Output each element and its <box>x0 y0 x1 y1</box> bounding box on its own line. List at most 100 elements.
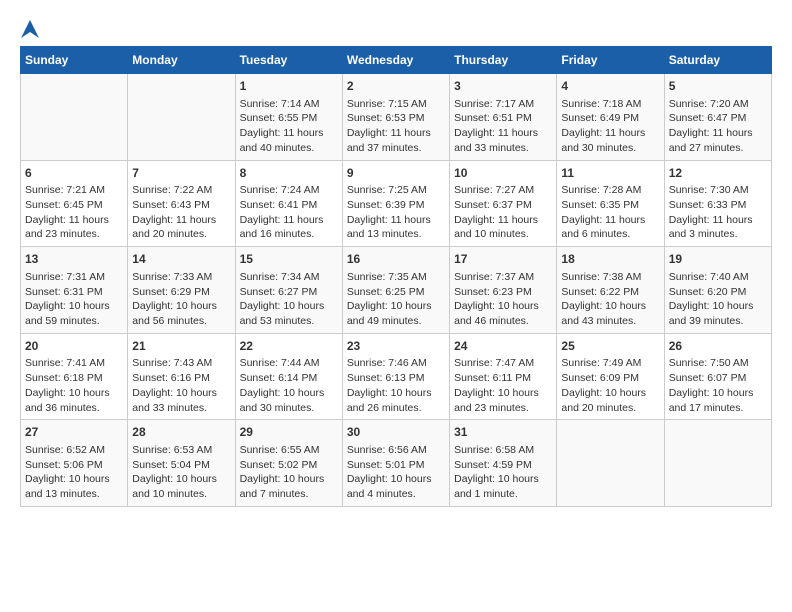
day-number: 11 <box>561 165 659 182</box>
cell-content-line: Sunrise: 7:27 AM <box>454 183 552 198</box>
cell-content-line: Sunrise: 7:21 AM <box>25 183 123 198</box>
calendar-cell: 25Sunrise: 7:49 AMSunset: 6:09 PMDayligh… <box>557 333 664 420</box>
cell-content-line: Sunrise: 6:53 AM <box>132 443 230 458</box>
calendar-week-row: 13Sunrise: 7:31 AMSunset: 6:31 PMDayligh… <box>21 247 772 334</box>
calendar-cell: 16Sunrise: 7:35 AMSunset: 6:25 PMDayligh… <box>342 247 449 334</box>
cell-content-line: Sunset: 6:20 PM <box>669 285 767 300</box>
cell-content-line: Sunset: 6:39 PM <box>347 198 445 213</box>
cell-content-line: Sunset: 6:47 PM <box>669 111 767 126</box>
cell-content-line: Sunset: 6:43 PM <box>132 198 230 213</box>
calendar-cell: 31Sunrise: 6:58 AMSunset: 4:59 PMDayligh… <box>450 420 557 507</box>
calendar-cell: 28Sunrise: 6:53 AMSunset: 5:04 PMDayligh… <box>128 420 235 507</box>
calendar-header-row: SundayMondayTuesdayWednesdayThursdayFrid… <box>21 47 772 74</box>
cell-content-line: Daylight: 10 hours and 4 minutes. <box>347 472 445 501</box>
cell-content-line: Sunrise: 7:35 AM <box>347 270 445 285</box>
day-header-sunday: Sunday <box>21 47 128 74</box>
day-number: 24 <box>454 338 552 355</box>
cell-content-line: Sunset: 6:22 PM <box>561 285 659 300</box>
cell-content-line: Daylight: 10 hours and 26 minutes. <box>347 386 445 415</box>
cell-content-line: Sunrise: 7:43 AM <box>132 356 230 371</box>
day-number: 6 <box>25 165 123 182</box>
calendar-cell <box>664 420 771 507</box>
day-number: 3 <box>454 78 552 95</box>
calendar-cell: 8Sunrise: 7:24 AMSunset: 6:41 PMDaylight… <box>235 160 342 247</box>
cell-content-line: Sunrise: 7:46 AM <box>347 356 445 371</box>
cell-content-line: Sunset: 6:53 PM <box>347 111 445 126</box>
cell-content-line: Sunrise: 7:33 AM <box>132 270 230 285</box>
cell-content-line: Daylight: 10 hours and 17 minutes. <box>669 386 767 415</box>
calendar-cell: 29Sunrise: 6:55 AMSunset: 5:02 PMDayligh… <box>235 420 342 507</box>
calendar-cell: 23Sunrise: 7:46 AMSunset: 6:13 PMDayligh… <box>342 333 449 420</box>
cell-content-line: Daylight: 11 hours and 37 minutes. <box>347 126 445 155</box>
day-number: 20 <box>25 338 123 355</box>
day-number: 29 <box>240 424 338 441</box>
cell-content-line: Daylight: 10 hours and 56 minutes. <box>132 299 230 328</box>
cell-content-line: Sunset: 6:49 PM <box>561 111 659 126</box>
day-header-thursday: Thursday <box>450 47 557 74</box>
cell-content-line: Sunset: 6:33 PM <box>669 198 767 213</box>
logo <box>20 20 40 36</box>
cell-content-line: Daylight: 11 hours and 27 minutes. <box>669 126 767 155</box>
cell-content-line: Daylight: 10 hours and 43 minutes. <box>561 299 659 328</box>
cell-content-line: Sunset: 6:55 PM <box>240 111 338 126</box>
calendar-cell: 24Sunrise: 7:47 AMSunset: 6:11 PMDayligh… <box>450 333 557 420</box>
day-number: 10 <box>454 165 552 182</box>
day-number: 25 <box>561 338 659 355</box>
cell-content-line: Sunrise: 7:20 AM <box>669 97 767 112</box>
cell-content-line: Sunrise: 7:34 AM <box>240 270 338 285</box>
calendar-cell: 20Sunrise: 7:41 AMSunset: 6:18 PMDayligh… <box>21 333 128 420</box>
cell-content-line: Sunrise: 7:18 AM <box>561 97 659 112</box>
cell-content-line: Daylight: 11 hours and 3 minutes. <box>669 213 767 242</box>
cell-content-line: Sunrise: 7:40 AM <box>669 270 767 285</box>
cell-content-line: Sunset: 6:29 PM <box>132 285 230 300</box>
calendar-cell: 2Sunrise: 7:15 AMSunset: 6:53 PMDaylight… <box>342 74 449 161</box>
calendar-cell: 22Sunrise: 7:44 AMSunset: 6:14 PMDayligh… <box>235 333 342 420</box>
calendar-cell: 19Sunrise: 7:40 AMSunset: 6:20 PMDayligh… <box>664 247 771 334</box>
calendar-cell: 12Sunrise: 7:30 AMSunset: 6:33 PMDayligh… <box>664 160 771 247</box>
cell-content-line: Daylight: 10 hours and 53 minutes. <box>240 299 338 328</box>
cell-content-line: Sunrise: 7:47 AM <box>454 356 552 371</box>
calendar-cell: 6Sunrise: 7:21 AMSunset: 6:45 PMDaylight… <box>21 160 128 247</box>
day-header-wednesday: Wednesday <box>342 47 449 74</box>
day-number: 16 <box>347 251 445 268</box>
cell-content-line: Daylight: 10 hours and 59 minutes. <box>25 299 123 328</box>
cell-content-line: Sunrise: 7:30 AM <box>669 183 767 198</box>
day-number: 12 <box>669 165 767 182</box>
cell-content-line: Sunset: 6:41 PM <box>240 198 338 213</box>
cell-content-line: Daylight: 10 hours and 36 minutes. <box>25 386 123 415</box>
cell-content-line: Daylight: 10 hours and 23 minutes. <box>454 386 552 415</box>
logo-block <box>20 20 40 36</box>
calendar-cell: 1Sunrise: 7:14 AMSunset: 6:55 PMDaylight… <box>235 74 342 161</box>
cell-content-line: Daylight: 11 hours and 33 minutes. <box>454 126 552 155</box>
calendar-week-row: 1Sunrise: 7:14 AMSunset: 6:55 PMDaylight… <box>21 74 772 161</box>
calendar-cell: 13Sunrise: 7:31 AMSunset: 6:31 PMDayligh… <box>21 247 128 334</box>
cell-content-line: Sunset: 5:04 PM <box>132 458 230 473</box>
cell-content-line: Sunrise: 7:25 AM <box>347 183 445 198</box>
cell-content-line: Sunset: 6:14 PM <box>240 371 338 386</box>
cell-content-line: Sunrise: 7:17 AM <box>454 97 552 112</box>
day-number: 14 <box>132 251 230 268</box>
day-number: 5 <box>669 78 767 95</box>
day-number: 8 <box>240 165 338 182</box>
cell-content-line: Sunrise: 7:31 AM <box>25 270 123 285</box>
day-number: 7 <box>132 165 230 182</box>
cell-content-line: Sunset: 6:16 PM <box>132 371 230 386</box>
cell-content-line: Sunrise: 7:41 AM <box>25 356 123 371</box>
day-header-tuesday: Tuesday <box>235 47 342 74</box>
calendar-week-row: 6Sunrise: 7:21 AMSunset: 6:45 PMDaylight… <box>21 160 772 247</box>
cell-content-line: Daylight: 10 hours and 49 minutes. <box>347 299 445 328</box>
day-number: 15 <box>240 251 338 268</box>
cell-content-line: Daylight: 11 hours and 6 minutes. <box>561 213 659 242</box>
cell-content-line: Daylight: 10 hours and 46 minutes. <box>454 299 552 328</box>
cell-content-line: Daylight: 10 hours and 39 minutes. <box>669 299 767 328</box>
cell-content-line: Daylight: 10 hours and 13 minutes. <box>25 472 123 501</box>
calendar-cell <box>557 420 664 507</box>
cell-content-line: Daylight: 11 hours and 20 minutes. <box>132 213 230 242</box>
day-number: 23 <box>347 338 445 355</box>
calendar-cell: 7Sunrise: 7:22 AMSunset: 6:43 PMDaylight… <box>128 160 235 247</box>
cell-content-line: Daylight: 11 hours and 30 minutes. <box>561 126 659 155</box>
cell-content-line: Sunrise: 7:15 AM <box>347 97 445 112</box>
cell-content-line: Sunset: 6:51 PM <box>454 111 552 126</box>
calendar-table: SundayMondayTuesdayWednesdayThursdayFrid… <box>20 46 772 507</box>
cell-content-line: Daylight: 11 hours and 13 minutes. <box>347 213 445 242</box>
